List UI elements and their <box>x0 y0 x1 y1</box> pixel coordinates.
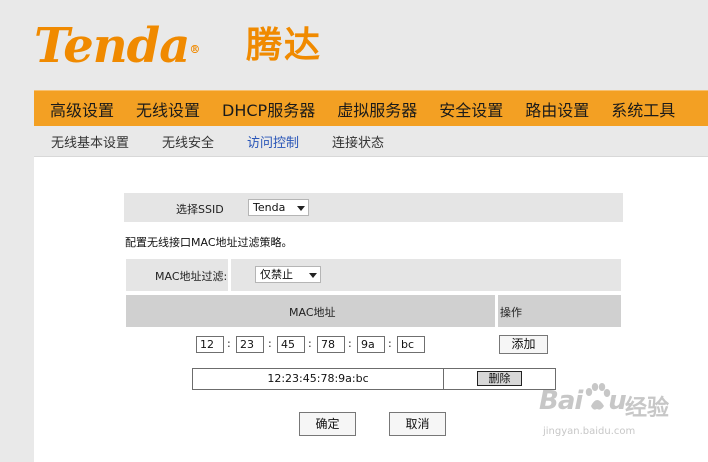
tenda-logo: Tenda® <box>34 18 200 74</box>
watermark-text: 经验 <box>625 396 670 421</box>
ssid-select[interactable]: Tenda <box>248 199 309 216</box>
nav-item-wireless[interactable]: 无线设置 <box>136 97 200 134</box>
subnav-item-security[interactable]: 无线安全 <box>162 132 214 151</box>
registered-mark: ® <box>189 43 200 56</box>
nav-item-system-tools[interactable]: 系统工具 <box>611 97 675 121</box>
table-row: 12:23:45:78:9a:bc 删除 <box>192 368 556 390</box>
delete-button[interactable]: 删除 <box>477 371 522 386</box>
mac-octet-5-input[interactable]: 9a <box>357 336 385 353</box>
nav-item-virtual-server[interactable]: 虚拟服务器 <box>337 97 417 121</box>
baidu-paw-icon <box>585 383 611 410</box>
subnav-item-access-control[interactable]: 访问控制 <box>247 132 299 151</box>
colon-separator: : <box>268 337 272 350</box>
colon-separator: : <box>227 337 231 350</box>
watermark-url: jingyan.baidu.com <box>543 426 636 437</box>
subnav-item-basic[interactable]: 无线基本设置 <box>51 132 129 151</box>
divider <box>228 259 231 291</box>
mac-octet-4-input[interactable]: 78 <box>317 336 345 353</box>
column-header-action: 操作 <box>500 306 522 319</box>
nav-item-dhcp[interactable]: DHCP服务器 <box>222 97 315 121</box>
ssid-label: 选择SSID <box>176 203 224 216</box>
ssid-row: 选择SSID Tenda <box>124 193 623 222</box>
add-button[interactable]: 添加 <box>499 335 548 354</box>
table-header: MAC地址 操作 <box>126 295 621 327</box>
mac-octet-3-input[interactable]: 45 <box>277 336 305 353</box>
sub-nav: 无线基本设置 无线安全 访问控制 连接状态 <box>34 126 708 156</box>
mac-octet-2-input[interactable]: 23 <box>236 336 264 353</box>
header: Tenda® 腾达 <box>0 0 708 90</box>
mac-filter-label: MAC地址过滤: <box>155 270 228 283</box>
nav-item-advanced[interactable]: 高级设置 <box>50 97 114 121</box>
mac-octet-1-input[interactable]: 12 <box>196 336 224 353</box>
cancel-button[interactable]: 取消 <box>389 412 446 436</box>
colon-separator: : <box>308 337 312 350</box>
colon-separator: : <box>388 337 392 350</box>
nav-item-routing[interactable]: 路由设置 <box>525 97 589 121</box>
mac-filter-select[interactable]: 仅禁止 <box>255 266 321 283</box>
mac-entry-value: 12:23:45:78:9a:bc <box>193 369 444 389</box>
ssid-select-value: Tenda <box>253 201 286 214</box>
baidu-watermark: Bai u 经验 jingyan.baidu.com <box>539 383 699 444</box>
main-nav: 高级设置 无线设置 DHCP服务器 虚拟服务器 安全设置 路由设置 系统工具 <box>34 90 708 134</box>
chevron-down-icon <box>297 206 305 211</box>
filter-description: 配置无线接口MAC地址过滤策略。 <box>125 236 293 249</box>
ok-button[interactable]: 确定 <box>299 412 356 436</box>
subnav-item-connection-status[interactable]: 连接状态 <box>332 132 384 151</box>
logo-text: Tenda <box>34 18 190 74</box>
chevron-down-icon <box>309 273 317 278</box>
divider <box>495 295 498 327</box>
nav-item-security[interactable]: 安全设置 <box>439 97 503 121</box>
logo-chinese: 腾达 <box>246 25 323 66</box>
colon-separator: : <box>348 337 352 350</box>
mac-filter-row: MAC地址过滤: 仅禁止 <box>126 259 621 291</box>
mac-octet-6-input[interactable]: bc <box>397 336 425 353</box>
column-header-mac: MAC地址 <box>289 306 336 319</box>
mac-filter-select-value: 仅禁止 <box>260 268 293 281</box>
